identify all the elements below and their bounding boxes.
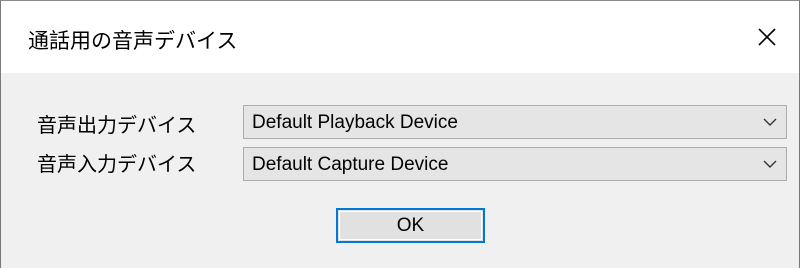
output-device-dropdown[interactable]: Default Playback Device	[243, 105, 787, 139]
ok-button-label: OK	[396, 214, 425, 236]
close-icon	[758, 28, 776, 46]
input-device-value: Default Capture Device	[252, 154, 449, 175]
output-device-label: 音声出力デバイス	[37, 113, 197, 137]
output-device-value: Default Playback Device	[252, 112, 458, 133]
chevron-down-icon	[763, 160, 777, 168]
close-button[interactable]	[735, 1, 799, 73]
chevron-down-icon	[763, 118, 777, 126]
title-bar: 通話用の音声デバイス	[1, 1, 799, 73]
audio-device-dialog: 通話用の音声デバイス 音声出力デバイス Default Playback Dev…	[0, 0, 800, 268]
input-device-label: 音声入力デバイス	[37, 152, 197, 176]
input-device-dropdown[interactable]: Default Capture Device	[243, 147, 787, 181]
ok-button[interactable]: OK	[336, 208, 485, 243]
dialog-title: 通話用の音声デバイス	[28, 29, 238, 53]
